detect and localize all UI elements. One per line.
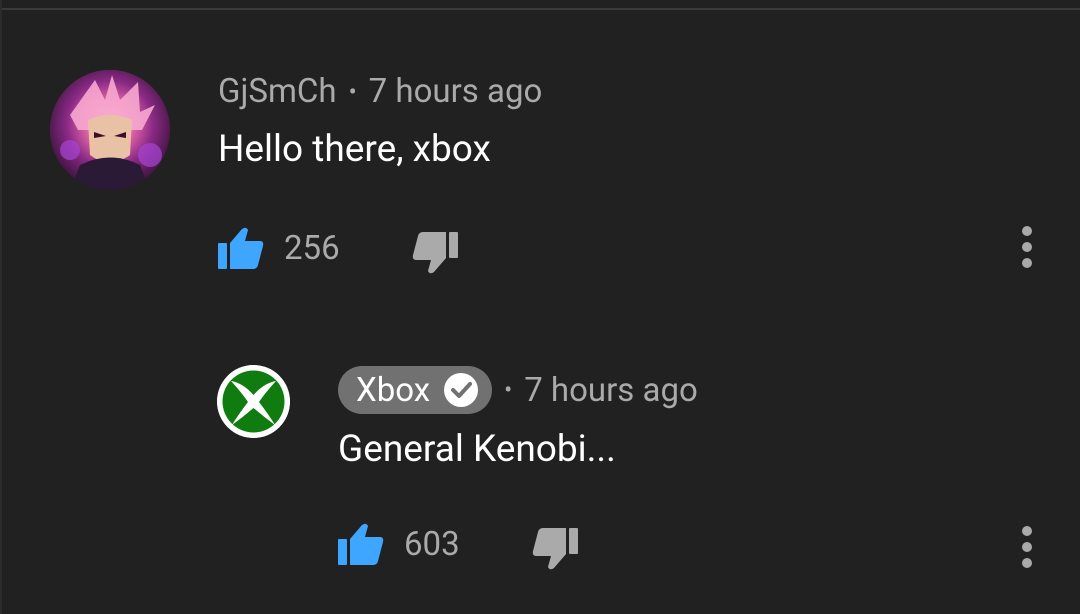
dislike-icon[interactable] bbox=[532, 528, 578, 570]
author-name: Xbox bbox=[356, 370, 431, 410]
avatar[interactable] bbox=[217, 365, 290, 438]
meta-separator: • bbox=[348, 77, 357, 106]
dislike-icon[interactable] bbox=[412, 232, 458, 274]
comment-meta: Xbox • 7 hours ago bbox=[338, 366, 698, 414]
comment-actions: 256 bbox=[218, 222, 458, 274]
reply-comment: Xbox • 7 hours ago General Kenobi... 603 bbox=[0, 300, 1080, 614]
like-count: 256 bbox=[284, 228, 340, 268]
anime-character-avatar-icon bbox=[50, 70, 170, 190]
like-icon[interactable] bbox=[338, 523, 384, 565]
comment-actions: 603 bbox=[338, 518, 578, 570]
author-name[interactable]: GjSmCh bbox=[218, 72, 337, 111]
comment-time: 7 hours ago bbox=[368, 72, 543, 111]
comment-text: Hello there, xbox bbox=[218, 128, 491, 171]
comment-text: General Kenobi... bbox=[338, 428, 616, 471]
verified-check-icon bbox=[444, 373, 479, 407]
like-icon[interactable] bbox=[218, 227, 264, 269]
comment-meta: GjSmCh • 7 hours ago bbox=[218, 72, 542, 111]
verified-author-badge[interactable]: Xbox bbox=[338, 366, 493, 414]
comment-time: 7 hours ago bbox=[524, 370, 698, 410]
more-vert-icon[interactable] bbox=[1020, 225, 1034, 269]
more-vert-icon[interactable] bbox=[1020, 525, 1034, 569]
like-count: 603 bbox=[404, 524, 460, 564]
comment: GjSmCh • 7 hours ago Hello there, xbox 2… bbox=[0, 0, 1080, 300]
avatar[interactable] bbox=[50, 70, 170, 190]
xbox-logo-icon bbox=[217, 365, 290, 438]
meta-separator: • bbox=[504, 376, 513, 404]
